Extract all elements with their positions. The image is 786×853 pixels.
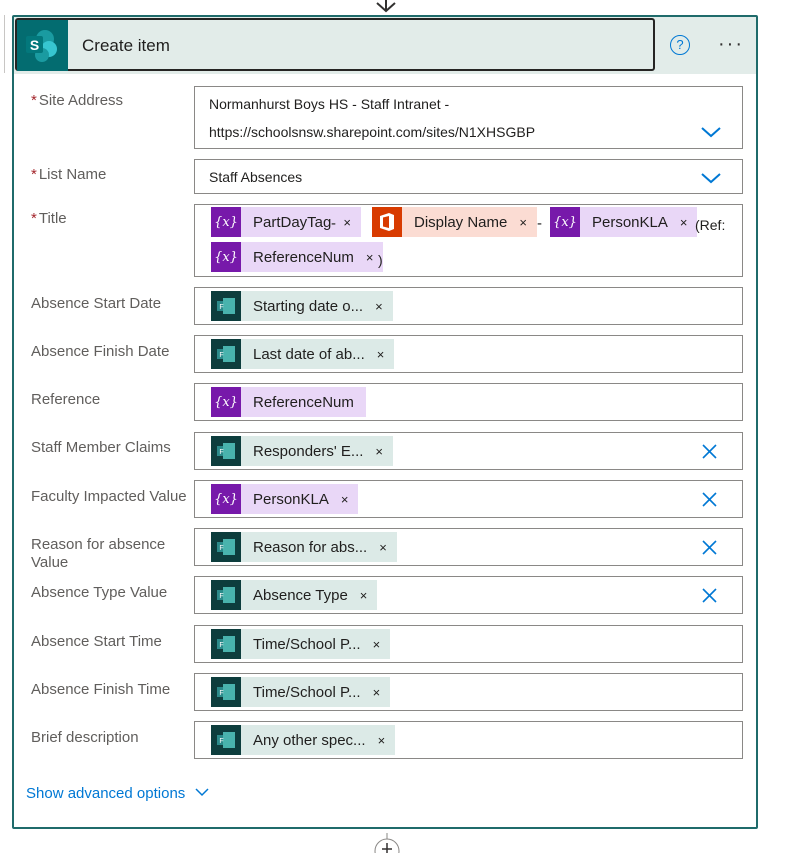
absence-finish-date-input[interactable]: F Last date of ab... × [194,335,743,373]
staff-member-claims-label: Staff Member Claims [31,439,171,456]
token-display-name[interactable]: Display Name × [372,207,537,237]
remove-token-icon[interactable]: × [378,733,396,748]
forms-icon: F [211,677,241,707]
svg-text:F: F [219,690,223,697]
absence-type-input[interactable]: F Absence Type × [194,576,743,614]
remove-token-icon[interactable]: × [375,299,393,314]
token-partdaytag[interactable]: {x} PartDayTag × [211,207,361,237]
title-separator: - [537,215,542,232]
card-header[interactable]: S Create item ? ··· [14,17,756,74]
remove-token-icon[interactable]: × [519,215,537,230]
chevron-down-icon[interactable] [700,171,722,185]
action-title: Create item [82,36,170,55]
clear-field-icon[interactable] [701,539,718,556]
absence-start-time-label: Absence Start Time [31,633,162,650]
svg-text:F: F [219,545,223,552]
site-address-label: * Site Address [31,92,124,109]
variable-icon: {x} [211,387,241,417]
absence-finish-date-label: Absence Finish Date [31,343,170,360]
remove-token-icon[interactable]: × [360,588,378,603]
site-address-line2: https://schoolsnsw.sharepoint.com/sites/… [209,124,536,140]
token-referencenum[interactable]: {x} ReferenceNum × [211,242,384,272]
token-time-school-period[interactable]: F Time/School P... × [211,677,391,707]
title-end-text: ) [378,252,383,268]
brief-description-label: Brief description [31,729,139,746]
title-ref-text: (Ref: [695,217,726,233]
absence-finish-time-label: Absence Finish Time [31,681,171,698]
title-label: * Title [31,210,67,227]
list-name-value: Staff Absences [209,169,303,185]
forms-icon: F [211,291,241,321]
absence-start-time-input[interactable]: F Time/School P... × [194,625,743,663]
token-absence-type[interactable]: F Absence Type × [211,580,378,610]
svg-text:F: F [219,642,223,649]
list-name-dropdown[interactable]: Staff Absences [194,159,743,194]
svg-text:F: F [219,738,223,745]
remove-token-icon[interactable]: × [379,540,397,555]
token-reason-for-absence[interactable]: F Reason for abs... × [211,532,397,562]
create-item-card: S Create item ? ··· * Site Address Norman… [12,15,758,829]
faculty-impacted-input[interactable]: {x} PersonKLA × [194,480,743,518]
previous-card-edge [0,15,5,73]
token-personkla[interactable]: {x} PersonKLA × [211,484,359,514]
remove-token-icon[interactable]: × [343,215,361,230]
remove-token-icon[interactable]: × [373,685,391,700]
token-last-date[interactable]: F Last date of ab... × [211,339,395,369]
forms-icon: F [211,532,241,562]
forms-icon: F [211,436,241,466]
clear-field-icon[interactable] [701,491,718,508]
remove-token-icon[interactable]: × [377,347,395,362]
absence-start-date-label: Absence Start Date [31,295,162,312]
site-address-dropdown[interactable]: Normanhurst Boys HS - Staff Intranet - h… [194,86,743,149]
faculty-impacted-label: Faculty Impacted Value [31,488,187,505]
svg-text:F: F [219,449,223,456]
brief-description-input[interactable]: F Any other spec... × [194,721,743,759]
staff-member-claims-input[interactable]: F Responders' E... × [194,432,743,470]
chevron-down-icon[interactable] [700,125,722,139]
absence-finish-time-input[interactable]: F Time/School P... × [194,673,743,711]
variable-icon: {x} [550,207,580,237]
token-any-other-specifics[interactable]: F Any other spec... × [211,725,396,755]
more-icon[interactable]: ··· [718,34,748,54]
svg-text:F: F [219,304,223,311]
forms-icon: F [211,629,241,659]
reason-for-absence-label: Reason for absence Value [31,536,166,571]
absence-start-date-input[interactable]: F Starting date o... × [194,287,743,325]
chevron-down-icon[interactable] [194,787,210,797]
remove-token-icon[interactable]: × [375,444,393,459]
svg-text:F: F [219,593,223,600]
site-address-line1: Normanhurst Boys HS - Staff Intranet - [209,96,450,112]
token-time-school-period[interactable]: F Time/School P... × [211,629,391,659]
variable-icon: {x} [211,207,241,237]
clear-field-icon[interactable] [701,443,718,460]
absence-type-label: Absence Type Value [31,584,168,601]
remove-token-icon[interactable]: × [373,637,391,652]
remove-token-icon[interactable]: × [341,492,359,507]
token-referencenum[interactable]: {x} ReferenceNum [211,387,366,417]
svg-text:S: S [30,37,39,53]
forms-icon: F [211,580,241,610]
clear-field-icon[interactable] [701,587,718,604]
token-responders-email[interactable]: F Responders' E... × [211,436,394,466]
title-separator: - [331,215,336,232]
help-icon[interactable]: ? [670,35,690,55]
sharepoint-icon: S [17,20,68,71]
reference-label: Reference [31,391,101,408]
add-step-icon[interactable] [373,833,401,853]
connector-arrow-icon [376,0,396,13]
variable-icon: {x} [211,484,241,514]
show-advanced-options-link[interactable]: Show advanced options [26,785,185,802]
variable-icon: {x} [211,242,241,272]
title-input[interactable]: {x} PartDayTag × - Display Name × - {x} … [194,204,743,277]
reason-for-absence-input[interactable]: F Reason for abs... × [194,528,743,566]
forms-icon: F [211,725,241,755]
token-starting-date[interactable]: F Starting date o... × [211,291,393,321]
list-name-label: * List Name [31,166,107,183]
office-icon [372,207,402,237]
token-personkla[interactable]: {x} PersonKLA × [550,207,698,237]
forms-icon: F [211,339,241,369]
svg-text:F: F [219,352,223,359]
reference-input[interactable]: {x} ReferenceNum [194,383,743,421]
